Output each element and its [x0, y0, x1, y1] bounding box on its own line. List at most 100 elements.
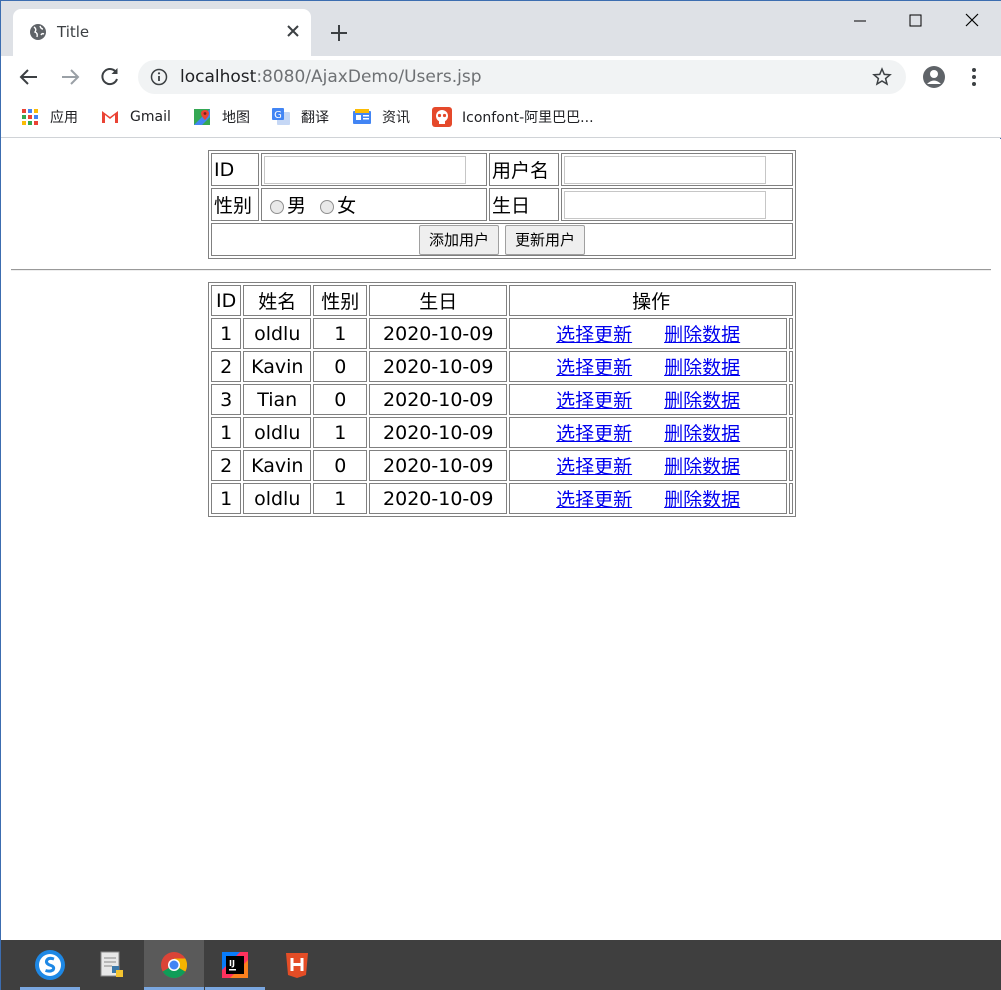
- cell-actions: 选择更新 删除数据: [509, 318, 787, 349]
- apps-grid-icon: [22, 109, 38, 125]
- browser-tab[interactable]: Title: [13, 9, 311, 57]
- taskbar-intellij[interactable]: IJ: [205, 940, 265, 990]
- select-update-link[interactable]: 选择更新: [556, 489, 632, 511]
- bookmark-star-icon[interactable]: [872, 67, 892, 87]
- back-arrow-icon[interactable]: [16, 64, 42, 90]
- address-bar[interactable]: localhost:8080/AjaxDemo/Users.jsp: [138, 60, 906, 94]
- select-update-link[interactable]: 选择更新: [556, 456, 632, 478]
- browser-toolbar: localhost:8080/AjaxDemo/Users.jsp: [1, 56, 1001, 98]
- username-label: 用户名: [489, 153, 559, 186]
- add-user-button[interactable]: 添加用户: [418, 224, 499, 255]
- select-update-link[interactable]: 选择更新: [556, 357, 632, 379]
- table-row: 3 Tian 0 2020-10-09 选择更新 删除数据: [211, 384, 793, 415]
- birthday-input[interactable]: [564, 190, 766, 219]
- bookmark-label: 资讯: [382, 110, 410, 126]
- cell-actions: 选择更新 删除数据: [509, 351, 787, 382]
- bookmark-iconfont[interactable]: Iconfont-阿里巴巴...: [432, 106, 594, 128]
- taskbar-chrome[interactable]: [144, 940, 204, 990]
- cell-id: 2: [211, 351, 242, 382]
- bookmark-gmail[interactable]: Gmail: [100, 106, 171, 128]
- bookmarks-bar: 应用 Gmail 地图 G 翻译 资讯 Iconfont-阿里巴巴...: [1, 98, 1001, 138]
- cell-empty: [789, 417, 793, 448]
- new-tab-plus-icon[interactable]: [328, 22, 350, 44]
- cell-gender: 1: [313, 483, 368, 514]
- gender-label: 性别: [211, 188, 259, 221]
- delete-data-link[interactable]: 删除数据: [664, 456, 740, 478]
- table-row: 1 oldlu 1 2020-10-09 选择更新 删除数据: [211, 483, 793, 514]
- cell-empty: [789, 351, 793, 382]
- page-content: ID 用户名 性别 男 女 生日 添加用户 更新用户 ID 姓名 性别 生日 操…: [1, 139, 1001, 940]
- cell-name: Kavin: [243, 351, 312, 382]
- select-update-link[interactable]: 选择更新: [556, 423, 632, 445]
- table-row: 2 Kavin 0 2020-10-09 选择更新 删除数据: [211, 450, 793, 481]
- birthday-field-cell: [561, 188, 793, 221]
- bookmark-news[interactable]: 资讯: [352, 106, 410, 128]
- site-info-icon[interactable]: [150, 68, 168, 86]
- bookmark-apps[interactable]: 应用: [20, 106, 78, 128]
- forward-arrow-icon[interactable]: [57, 64, 83, 90]
- header-name: 姓名: [243, 285, 312, 316]
- bookmark-label: Gmail: [130, 109, 171, 125]
- cell-id: 2: [211, 450, 242, 481]
- delete-data-link[interactable]: 删除数据: [664, 489, 740, 511]
- update-user-button[interactable]: 更新用户: [505, 224, 586, 255]
- cell-id: 1: [211, 483, 242, 514]
- cell-birthday: 2020-10-09: [369, 384, 508, 415]
- svg-text:IJ: IJ: [229, 959, 235, 968]
- header-actions: 操作: [509, 285, 793, 316]
- taskbar-notepad[interactable]: [82, 940, 142, 990]
- delete-data-link[interactable]: 删除数据: [664, 357, 740, 379]
- intellij-idea-icon: IJ: [222, 952, 248, 978]
- delete-data-link[interactable]: 删除数据: [664, 423, 740, 445]
- news-icon: [353, 109, 371, 124]
- cell-name: oldlu: [243, 483, 312, 514]
- url-host: localhost: [180, 67, 257, 87]
- cell-id: 3: [211, 384, 242, 415]
- close-tab-icon[interactable]: [283, 21, 303, 41]
- bookmark-maps[interactable]: 地图: [192, 106, 250, 128]
- cell-gender: 0: [313, 384, 368, 415]
- iconfont-icon: [432, 107, 452, 127]
- bookmark-label: 地图: [222, 110, 250, 126]
- username-input[interactable]: [564, 155, 766, 184]
- minimize-icon[interactable]: [836, 9, 882, 33]
- delete-data-link[interactable]: 删除数据: [664, 390, 740, 412]
- kebab-menu-icon[interactable]: [964, 66, 984, 88]
- maximize-icon[interactable]: [892, 9, 938, 33]
- cell-name: Kavin: [243, 450, 312, 481]
- username-field-cell: [561, 153, 793, 186]
- select-update-link[interactable]: 选择更新: [556, 324, 632, 346]
- gender-female-label: 女: [337, 195, 357, 217]
- cell-id: 1: [211, 318, 242, 349]
- horizontal-rule: [11, 269, 991, 271]
- chrome-icon: [161, 952, 188, 979]
- cell-actions: 选择更新 删除数据: [509, 417, 787, 448]
- cell-actions: 选择更新 删除数据: [509, 384, 787, 415]
- maps-icon: [194, 109, 210, 125]
- notepad-python-icon: [100, 951, 123, 977]
- bookmark-label: 应用: [50, 110, 78, 126]
- gmail-icon: [102, 111, 118, 123]
- taskbar-sogou[interactable]: [20, 940, 80, 990]
- browser-titlebar: Title: [1, 0, 1001, 57]
- svg-text:G: G: [274, 110, 282, 121]
- delete-data-link[interactable]: 删除数据: [664, 324, 740, 346]
- select-update-link[interactable]: 选择更新: [556, 390, 632, 412]
- id-input[interactable]: [264, 155, 466, 184]
- cell-gender: 1: [313, 417, 368, 448]
- id-field-cell: [261, 153, 487, 186]
- cell-birthday: 2020-10-09: [369, 450, 508, 481]
- taskbar-hbuilder[interactable]: [267, 940, 327, 990]
- bookmark-translate[interactable]: G 翻译: [271, 106, 329, 128]
- bookmark-label: 翻译: [301, 110, 329, 126]
- gender-female-radio[interactable]: [320, 199, 335, 214]
- profile-avatar-icon[interactable]: [922, 65, 946, 89]
- reload-icon[interactable]: [97, 64, 123, 90]
- cell-gender: 0: [313, 450, 368, 481]
- window-close-icon[interactable]: [949, 9, 995, 33]
- cell-name: Tian: [243, 384, 312, 415]
- gender-male-radio[interactable]: [270, 199, 284, 214]
- gender-field-cell: 男 女: [261, 188, 487, 221]
- sogou-input-icon: [35, 950, 65, 980]
- bookmark-label: Iconfont-阿里巴巴...: [462, 110, 594, 126]
